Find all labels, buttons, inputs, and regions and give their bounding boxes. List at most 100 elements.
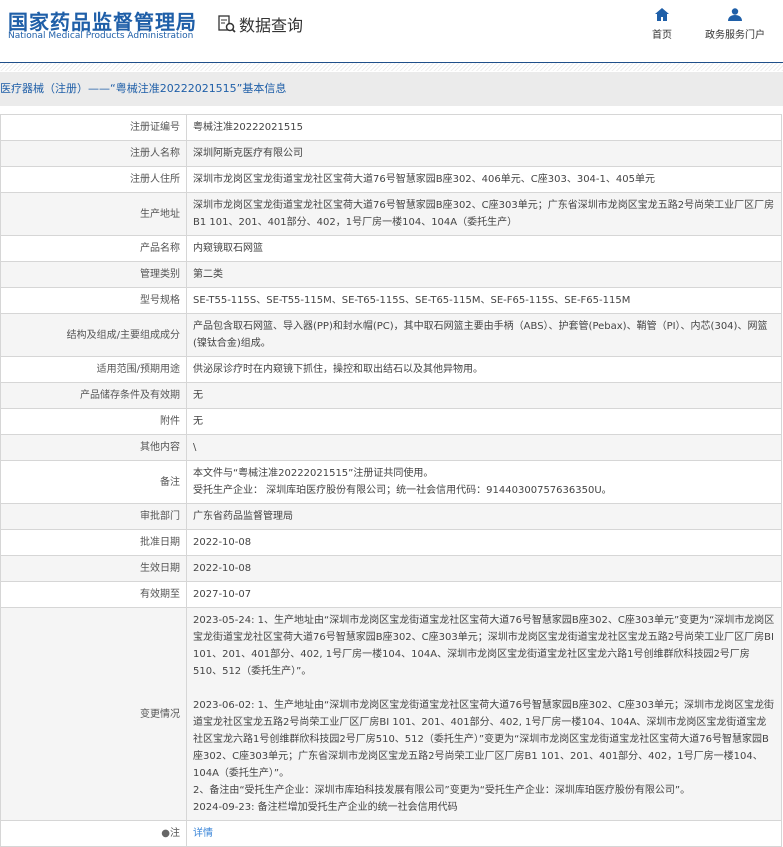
field-label: 审批部门 <box>0 503 187 530</box>
field-value: 深圳市龙岗区宝龙街道宝龙社区宝荷大道76号智慧家园B座302、406单元、C座3… <box>186 166 782 193</box>
field-value: 详情 <box>186 820 782 847</box>
value-text: 2、备注由“受托生产企业：深圳市库珀科技发展有限公司”变更为“受托生产企业：深圳… <box>193 785 691 796</box>
value-text: 本文件与“粤械注准20222021515”注册证共同使用。 <box>193 468 434 479</box>
nav-home[interactable]: 首页 <box>652 8 672 41</box>
value-text: 2024-09-23: 备注栏增加受托生产企业的统一社会信用代码 <box>193 802 458 813</box>
field-value: 产品包含取石网篮、导入器(PP)和封水帽(PC)，其中取石网篮主要由手柄（ABS… <box>186 313 782 357</box>
logo-subtitle: National Medical Products Administration <box>8 31 194 41</box>
site-header: 国家药品监督管理局 National Medical Products Admi… <box>0 0 783 63</box>
field-label: 生效日期 <box>0 555 187 582</box>
field-label: 型号规格 <box>0 287 187 314</box>
value-text: 无 <box>193 416 203 427</box>
value-text: 第二类 <box>193 269 223 280</box>
table-row: 批准日期 2022-10-08 <box>0 529 782 556</box>
user-icon <box>728 8 742 21</box>
table-row: 注册人住所 深圳市龙岗区宝龙街道宝龙社区宝荷大道76号智慧家园B座302、406单… <box>0 166 782 193</box>
field-label: 备注 <box>0 460 187 504</box>
label-text: 适用范围/预期用途 <box>96 364 180 375</box>
label-text: 批准日期 <box>140 537 180 548</box>
label-text: 附件 <box>160 416 180 427</box>
label-text: 备注 <box>160 476 180 488</box>
table-row: 生产地址 深圳市龙岗区宝龙街道宝龙社区宝荷大道76号智慧家园B座302、C座303… <box>0 192 782 236</box>
table-row: 附件 无 <box>0 408 782 435</box>
field-value: 深圳阿斯克医疗有限公司 <box>186 140 782 167</box>
home-icon <box>655 8 669 21</box>
field-value: 内窥镜取石网篮 <box>186 235 782 262</box>
field-label: 结构及组成/主要组成成分 <box>0 313 187 357</box>
label-text: 产品储存条件及有效期 <box>80 390 180 401</box>
table-row: 适用范围/预期用途 供泌尿诊疗时在内窥镜下抓住，操控和取出结石以及其他异物用。 <box>0 356 782 383</box>
table-row: 其他内容 \ <box>0 434 782 461</box>
document-search-icon <box>218 15 236 33</box>
field-value: 2022-10-08 <box>186 555 782 582</box>
value-text: \ <box>193 442 197 453</box>
value-text: 无 <box>193 390 203 401</box>
field-label: 批准日期 <box>0 529 187 556</box>
detail-table: 注册证编号 粤械注准20222021515 注册人名称 深圳阿斯克医疗有限公司 注册人住… <box>0 114 782 847</box>
nav-service-portal[interactable]: 政务服务门户 <box>705 8 765 41</box>
value-text: SE-T55-115S、SE-T55-115M、SE-T65-115S、SE-T… <box>193 295 631 306</box>
value-text: 2027-10-07 <box>193 589 252 600</box>
table-row: 变更情况 2023-05-24: 1、生产地址由“深圳市龙岗区宝龙街道宝龙社区宝荷… <box>0 607 782 821</box>
pin-icon: ● <box>161 828 170 839</box>
label-text: 管理类别 <box>140 269 180 280</box>
label-text: 注 <box>170 828 180 839</box>
label-text: 注册证编号 <box>130 122 180 133</box>
field-value: SE-T55-115S、SE-T55-115M、SE-T65-115S、SE-T… <box>186 287 782 314</box>
value-text: 2023-05-24: 1、生产地址由“深圳市龙岗区宝龙街道宝龙社区宝荷大道76… <box>193 615 775 677</box>
field-value: 无 <box>186 382 782 409</box>
label-text: 变更情况 <box>140 708 180 720</box>
label-text: 产品名称 <box>140 243 180 254</box>
value-text: 供泌尿诊疗时在内窥镜下抓住，操控和取出结石以及其他异物用。 <box>193 364 483 375</box>
field-value: \ <box>186 434 782 461</box>
data-query-title: 数据查询 <box>218 12 303 36</box>
field-value: 2022-10-08 <box>186 529 782 556</box>
table-row: 注册人名称 深圳阿斯克医疗有限公司 <box>0 140 782 167</box>
field-label: 产品名称 <box>0 235 187 262</box>
value-text: 2022-10-08 <box>193 537 252 548</box>
table-row: 产品名称 内窥镜取石网篮 <box>0 235 782 262</box>
value-text: 2022-10-08 <box>193 563 252 574</box>
field-value: 供泌尿诊疗时在内窥镜下抓住，操控和取出结石以及其他异物用。 <box>186 356 782 383</box>
table-row: 产品储存条件及有效期 无 <box>0 382 782 409</box>
field-value: 粤械注准20222021515 <box>186 114 782 141</box>
label-text: 注册人住所 <box>130 174 180 185</box>
table-row: 注册证编号 粤械注准20222021515 <box>0 114 782 141</box>
field-label: 管理类别 <box>0 261 187 288</box>
field-label: 变更情况 <box>0 607 187 821</box>
field-value: 第二类 <box>186 261 782 288</box>
table-row: 型号规格 SE-T55-115S、SE-T55-115M、SE-T65-115S、… <box>0 287 782 314</box>
field-value: 无 <box>186 408 782 435</box>
field-label: 注册人住所 <box>0 166 187 193</box>
value-text: 2023-06-02: 1、生产地址由“深圳市龙岗区宝龙街道宝龙社区宝荷大道76… <box>193 700 774 779</box>
label-text: 注册人名称 <box>130 148 180 159</box>
field-label: ●注 <box>0 820 187 847</box>
value-text: 内窥镜取石网篮 <box>193 243 263 254</box>
field-value: 2027-10-07 <box>186 581 782 608</box>
table-row: 审批部门 广东省药品监督管理局 <box>0 503 782 530</box>
section-label: 数据查询 <box>239 16 304 35</box>
details-link[interactable]: 详情 <box>193 825 775 842</box>
label-text: 结构及组成/主要组成成分 <box>66 329 180 341</box>
table-row: 结构及组成/主要组成成分 产品包含取石网篮、导入器(PP)和封水帽(PC)，其中取… <box>0 313 782 357</box>
label-text: 其他内容 <box>140 442 180 453</box>
table-row: 生效日期 2022-10-08 <box>0 555 782 582</box>
value-text: 受托生产企业： 深圳库珀医疗股份有限公司；统一社会信用代码：9144030075… <box>193 485 612 496</box>
label-text: 生产地址 <box>140 208 180 220</box>
value-text: 产品包含取石网篮、导入器(PP)和封水帽(PC)，其中取石网篮主要由手柄（ABS… <box>193 321 768 349</box>
field-label: 适用范围/预期用途 <box>0 356 187 383</box>
value-text: 深圳市龙岗区宝龙街道宝龙社区宝荷大道76号智慧家园B座302、406单元、C座3… <box>193 174 655 185</box>
field-label: 有效期至 <box>0 581 187 608</box>
field-label: 生产地址 <box>0 192 187 236</box>
field-value: 2023-05-24: 1、生产地址由“深圳市龙岗区宝龙街道宝龙社区宝荷大道76… <box>186 607 782 821</box>
field-value: 深圳市龙岗区宝龙街道宝龙社区宝荷大道76号智慧家园B座302、C座303单元；广… <box>186 192 782 236</box>
value-text: 深圳市龙岗区宝龙街道宝龙社区宝荷大道76号智慧家园B座302、C座303单元；广… <box>193 200 775 228</box>
nav-label: 政务服务门户 <box>705 30 765 41</box>
value-text: 广东省药品监督管理局 <box>193 511 293 522</box>
table-row: 管理类别 第二类 <box>0 261 782 288</box>
field-label: 附件 <box>0 408 187 435</box>
field-value: 本文件与“粤械注准20222021515”注册证共同使用。受托生产企业： 深圳库… <box>186 460 782 504</box>
field-label: 注册人名称 <box>0 140 187 167</box>
breadcrumb: 医疗器械（注册）——“粤械注准20222021515”基本信息 <box>0 72 783 106</box>
nav-label: 首页 <box>652 30 672 41</box>
